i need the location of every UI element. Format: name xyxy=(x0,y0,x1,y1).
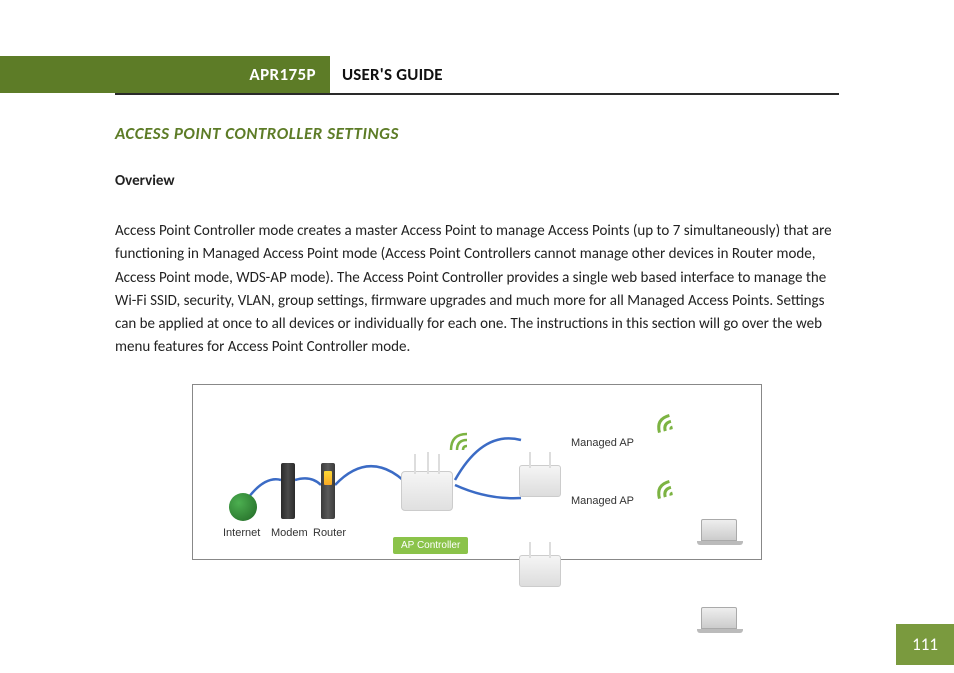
diagram-label-modem: Modem xyxy=(271,527,308,539)
diagram-label-managed-ap: Managed AP xyxy=(571,437,634,449)
section-title: ACCESS POINT CONTROLLER SETTINGS xyxy=(115,123,839,144)
page-number: 111 xyxy=(896,624,954,665)
section-subheading: Overview xyxy=(115,172,839,190)
wifi-icon xyxy=(443,420,483,460)
network-diagram: Internet Modem Router AP Controller Mana… xyxy=(192,384,762,560)
laptop-icon xyxy=(701,607,737,629)
diagram-label-ap-controller: AP Controller xyxy=(393,537,468,554)
ap-controller-icon xyxy=(401,471,453,511)
document-header: APR175P USER'S GUIDE xyxy=(115,56,839,95)
laptop-icon xyxy=(701,519,737,541)
diagram-label-internet: Internet xyxy=(223,527,260,539)
managed-ap-icon xyxy=(519,465,561,497)
internet-globe-icon xyxy=(229,493,257,521)
diagram-label-managed-ap: Managed AP xyxy=(571,495,634,507)
managed-ap-icon xyxy=(519,555,561,587)
wifi-icon xyxy=(653,475,697,515)
model-badge: APR175P xyxy=(0,56,330,93)
section-body: Access Point Controller mode creates a m… xyxy=(115,220,839,360)
router-icon xyxy=(321,463,335,519)
modem-icon xyxy=(281,463,295,519)
guide-title: USER'S GUIDE xyxy=(330,56,443,93)
wifi-icon xyxy=(653,409,697,449)
diagram-label-router: Router xyxy=(313,527,346,539)
